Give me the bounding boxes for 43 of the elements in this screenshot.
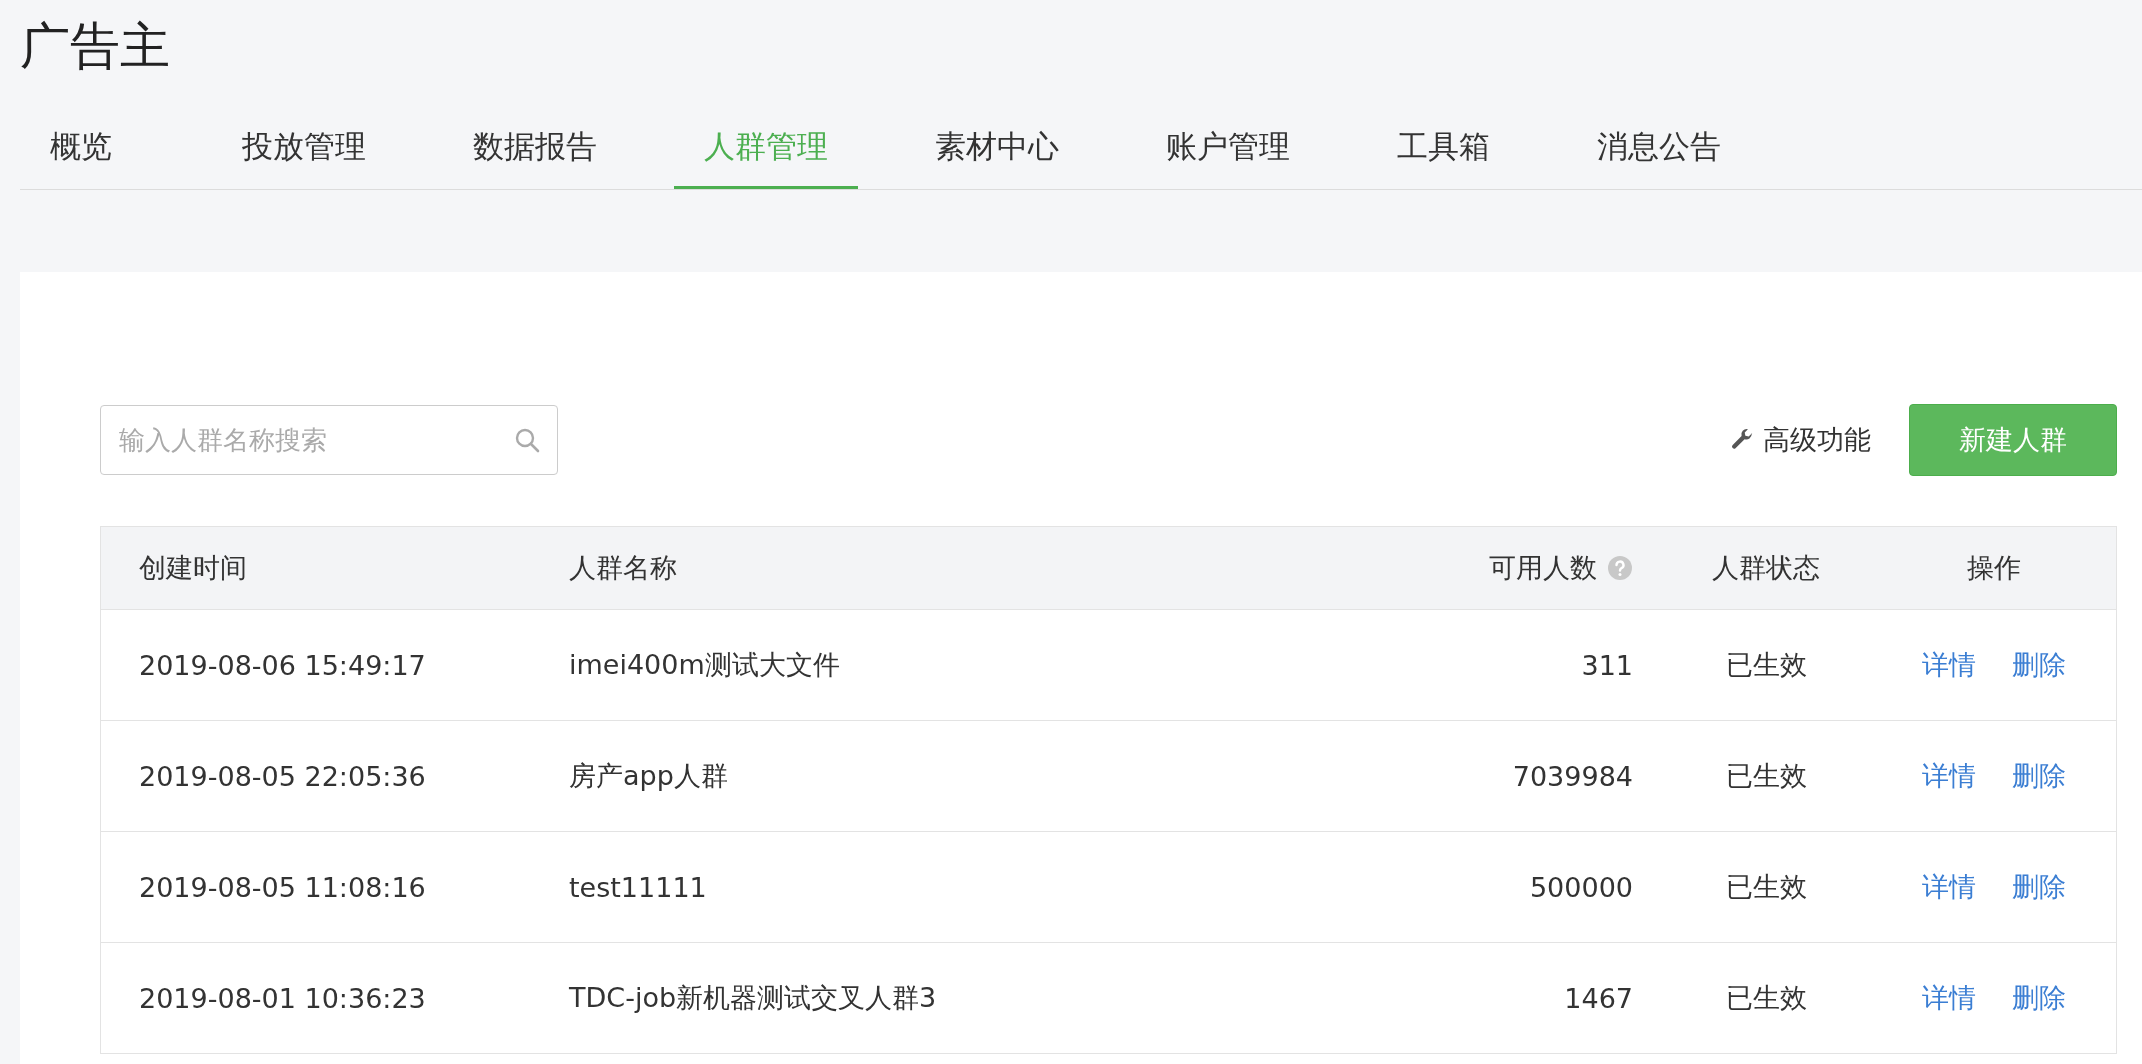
details-link[interactable]: 详情 [1921, 869, 1976, 905]
delete-link[interactable]: 删除 [2011, 647, 2066, 683]
column-header: 创建时间 [139, 551, 247, 585]
details-link[interactable]: 详情 [1921, 758, 1976, 794]
status-cell-text: 已生效 [1725, 759, 1807, 793]
nav-tab[interactable]: 投放管理 [212, 126, 396, 189]
crowd-name-cell: test11111 [569, 871, 707, 903]
help-icon [1607, 555, 1633, 581]
created-time-cell: 2019-08-05 22:05:36 [139, 760, 426, 792]
nav-tab[interactable]: 账户管理 [1136, 126, 1320, 189]
column-header: 可用人数 [1489, 551, 1597, 585]
nav-tab[interactable]: 素材中心 [905, 126, 1089, 189]
nav-tab[interactable]: 人群管理 [674, 126, 858, 189]
created-time-cell: 2019-08-06 15:49:17 [139, 649, 426, 681]
created-time-cell: 2019-08-05 11:08:16 [139, 871, 426, 903]
nav-tab[interactable]: 数据报告 [443, 126, 627, 189]
column-header: 操作 [1966, 551, 2021, 585]
column-header: 人群名称 [569, 551, 677, 585]
create-crowd-button[interactable]: 新建人群 [1909, 404, 2117, 476]
available-count-cell: 1467 [1564, 982, 1633, 1014]
advanced-features-link[interactable]: 高级功能 [1763, 422, 1871, 458]
available-count-cell: 311 [1581, 649, 1633, 681]
details-link[interactable]: 详情 [1921, 980, 1976, 1016]
available-count-cell: 500000 [1529, 871, 1633, 903]
column-header: 人群状态 [1712, 551, 1820, 585]
nav-tab[interactable]: 概览 [20, 126, 142, 189]
details-link[interactable]: 详情 [1921, 647, 1976, 683]
crowd-name-cell-text: TDC-job新机器测试交叉人群3 [569, 981, 937, 1015]
delete-link[interactable]: 删除 [2011, 758, 2066, 794]
status-cell-text: 已生效 [1725, 648, 1807, 682]
crowd-name-cell-text: imei400m测试大文件 [569, 648, 840, 682]
nav-tab[interactable]: 消息公告 [1567, 126, 1751, 189]
created-time-cell: 2019-08-01 10:36:23 [139, 982, 426, 1014]
delete-link[interactable]: 删除 [2011, 869, 2066, 905]
status-cell-text: 已生效 [1725, 870, 1807, 904]
crowd-name-cell-text: 房产app人群 [569, 759, 728, 793]
page-title: 广告主 [19, 16, 171, 77]
search-icon [514, 427, 540, 453]
nav-tab[interactable]: 工具箱 [1367, 126, 1520, 189]
available-count-cell: 7039984 [1512, 760, 1633, 792]
search-field[interactable]: 输入人群名称搜索 [100, 405, 558, 475]
delete-link[interactable]: 删除 [2011, 980, 2066, 1016]
status-cell-text: 已生效 [1725, 981, 1807, 1015]
